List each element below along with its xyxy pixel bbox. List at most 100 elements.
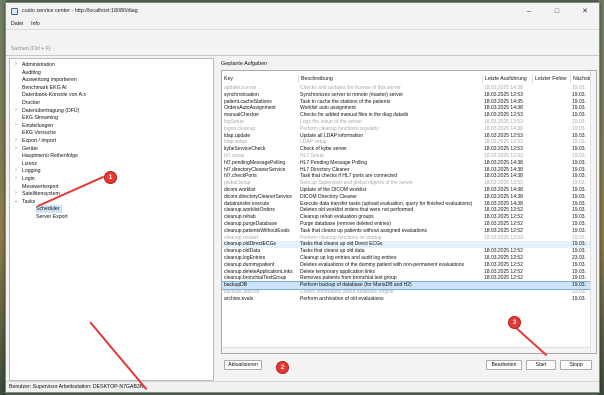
cell-last: 18.03.2025 12:53 (484, 112, 523, 119)
cell-last: 18.03.2025 14:38 (484, 85, 523, 91)
cell-key: backupCollector (224, 289, 260, 295)
table-row[interactable]: synchronisation Synchronizes server to re… (222, 92, 596, 99)
table-row[interactable]: datatransfer.execute Execute data transfe… (222, 201, 596, 208)
refresh-button[interactable]: Aktualisieren (224, 360, 262, 370)
search-input[interactable]: Suchen (Ctrl + F) (11, 46, 231, 54)
app-icon (11, 7, 18, 15)
cell-key: kybeServiceCheck (224, 146, 266, 153)
expand-arrow-icon[interactable]: › (13, 145, 19, 151)
cell-last: 18.03.2025 12:52 (484, 207, 523, 214)
cell-key: cleanup.purgeDatabase (224, 221, 278, 227)
table-row[interactable]: cleanup.bronchialTestGroup Removes patien… (222, 275, 596, 282)
table-header: Key Beschreibung Letzte Ausführung Letzt… (222, 75, 596, 83)
table-row[interactable]: cleanup.onstart Perform cleanup functions… (222, 235, 596, 242)
column-last-error[interactable]: Letzter Fehler (532, 75, 570, 83)
vertical-scrollbar[interactable] (590, 71, 596, 353)
table-row[interactable]: cleanup.purgeDatabase Purge database (rem… (222, 221, 596, 228)
cell-last: 18.03.2025 14:35 (484, 98, 523, 105)
menu-bar: Datei Info (6, 19, 599, 28)
cell-key: updateLicense (224, 85, 257, 91)
table-row[interactable]: manualChecker Checks for added manual fil… (222, 112, 596, 119)
table-row[interactable]: ldap.setup LDAP setup 18.03.2025 12:53 19.0… (222, 139, 596, 146)
cell-last: 18.03.2025 14:38 (484, 187, 523, 193)
cell-desc: Collect information about database engin… (300, 289, 394, 295)
cell-desc: Execute data transfer tasks (upload eval… (300, 200, 473, 207)
tree-item[interactable]: Server Export (36, 213, 71, 221)
table-row[interactable]: hl7.directoryCleanerService HL7 Directory… (222, 167, 596, 174)
column-last-run[interactable]: Letzte Ausführung (482, 75, 532, 83)
cell-key: cleanup.bronchialTestGroup (224, 275, 287, 282)
column-description[interactable]: Beschreibung (298, 75, 482, 83)
table-row[interactable]: cleanup.deleteApplicationLinks Delete tem… (222, 269, 596, 276)
marker-3: 3 (508, 316, 521, 329)
cell-key: hl7.checkPorts (224, 173, 257, 180)
minimize-icon[interactable]: – (515, 3, 543, 19)
table-row[interactable]: hl7.checkPorts Task that checks if HL7 po… (222, 173, 596, 180)
table-row[interactable]: globalSetup Sets up Supervisor and global… (222, 180, 596, 187)
cell-desc: Perform backup of database (for MariaDB … (300, 282, 412, 289)
cell-key: hl7.setup (224, 153, 245, 159)
window-title: custo service center - http://localhost:… (22, 8, 138, 14)
table-row[interactable]: cleanup.worklistOrders Deletes old workli… (222, 207, 596, 214)
cell-last: 18.03.2025 14:38 (484, 173, 523, 180)
table-row[interactable]: cleanup.patientsWithoutEvals Task that cl… (222, 228, 596, 235)
table-row[interactable]: logon.cleanup Perform cleanup functions r… (222, 126, 596, 133)
cell-desc: Check of kybe server (300, 146, 347, 153)
close-icon[interactable]: ✕ (571, 3, 599, 19)
expand-arrow-icon[interactable]: › (13, 167, 19, 173)
expand-arrow-icon[interactable]: › (13, 61, 19, 67)
cell-key: backupDB (224, 282, 248, 289)
table-row[interactable]: backupCollector Collect information about… (222, 289, 596, 296)
table-row[interactable]: cleanup.logEntries Cleanup up log entries… (222, 255, 596, 262)
table-row[interactable]: cleanup.oldDirectECGs Tasks that cleans u… (222, 241, 596, 249)
cell-desc: Removes patients from bronchial test gro… (300, 275, 397, 282)
table-row[interactable]: backupDB Perform backup of database (for … (222, 281, 596, 290)
cell-last: 18.03.2025 12:52 (484, 248, 523, 255)
cell-last: 18.03.2025 12:53 (484, 139, 523, 146)
table-row[interactable]: hl7.setup HL7 Setup 18.03.2025 12:53 19.03. (222, 153, 596, 160)
expand-arrow-icon[interactable]: › (13, 107, 19, 113)
cell-key: OrdersAutoAssignment (224, 105, 276, 112)
marker-1: 1 (104, 171, 117, 184)
cell-desc: Task to cache the stations of the patien… (300, 98, 391, 105)
cell-key: hl7.pendingMessagePolling (224, 159, 286, 166)
marker-2: 2 (276, 361, 289, 374)
cell-last: 18.03.2025 14:38 (484, 193, 523, 200)
menu-datei[interactable]: Datei (11, 21, 23, 27)
menu-info[interactable]: Info (31, 21, 40, 27)
table-row[interactable]: logSetup Logs the setup of the server 18.0… (222, 119, 596, 126)
expand-arrow-icon[interactable]: ⌄ (13, 198, 19, 204)
table-row[interactable]: patient.cacheStations Task to cache the s… (222, 99, 596, 106)
table-row[interactable]: cleanup.oldData Tasks that cleans up old … (222, 248, 596, 255)
table-row[interactable]: dicom.directoryCleanerService DICOM Direc… (222, 194, 596, 201)
stop-button[interactable]: Stopp (560, 360, 592, 370)
edit-button[interactable]: Bearbeiten (486, 360, 522, 370)
cell-desc: HL7 Setup (300, 153, 324, 159)
column-key[interactable]: Key (222, 75, 298, 83)
cell-desc: Perform archivation of old evaluations (300, 295, 384, 302)
table-row[interactable]: cleanup.rehab Cleanup rehab evaluation gr… (222, 214, 596, 221)
expand-arrow-icon[interactable]: › (13, 175, 19, 181)
cell-desc: Synchronizes server to remote (master) s… (300, 91, 404, 98)
table-row[interactable]: ldap.update Update all LDAP information 18… (222, 133, 596, 140)
cell-last: 18.03.2025 14:38 (484, 166, 523, 173)
cell-key: cleanup.oldData (224, 248, 261, 255)
table-row[interactable]: archive.evals Perform archivation of old … (222, 296, 596, 303)
cell-desc: Tasks that cleans up old data (300, 248, 365, 255)
cell-last: 18.03.2025 12:52 (484, 275, 523, 282)
expand-arrow-icon[interactable]: › (13, 122, 19, 128)
expand-arrow-icon[interactable]: › (13, 137, 19, 143)
table-row[interactable]: dicom.worklist Update of the DICOM workli… (222, 187, 596, 194)
cell-desc: Delete temporary application links (300, 268, 376, 275)
table-row[interactable]: OrdersAutoAssignment Worklist auto assign… (222, 105, 596, 112)
table-row[interactable]: kybeServiceCheck Check of kybe server 18.0… (222, 146, 596, 153)
maximize-icon[interactable]: □ (543, 3, 571, 19)
start-button[interactable]: Start (526, 360, 556, 370)
table-row[interactable]: updateLicense Checks and updates the lice… (222, 85, 596, 92)
expand-arrow-icon[interactable]: › (13, 190, 19, 196)
cell-desc: Cleanup rehab evaluation groups (300, 214, 374, 221)
table-row[interactable]: cleanup.dummypatient Deletes evaluations … (222, 262, 596, 269)
horizontal-scrollbar[interactable] (222, 347, 590, 353)
table-row[interactable]: hl7.pendingMessagePolling HL7 Pending Mes… (222, 160, 596, 167)
cell-key: dicom.directoryCleanerService (224, 193, 293, 200)
